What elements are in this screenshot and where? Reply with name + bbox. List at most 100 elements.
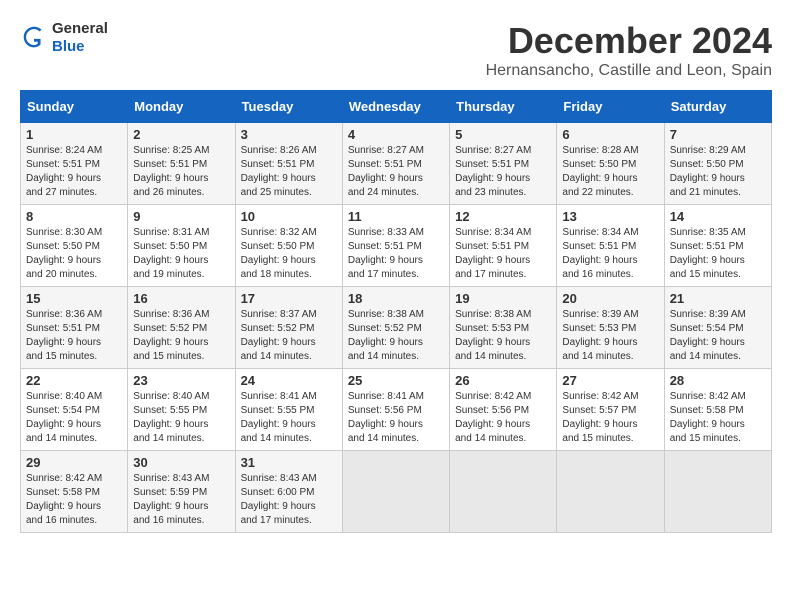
day-number: 17 [241,291,337,306]
calendar-cell: 10Sunrise: 8:32 AMSunset: 5:50 PMDayligh… [235,205,342,287]
logo-icon [20,24,48,52]
logo: General Blue [20,20,108,56]
day-number: 24 [241,373,337,388]
day-number: 7 [670,127,766,142]
day-number: 12 [455,209,551,224]
calendar-cell: 22 Sunrise: 8:40 AMSunset: 5:54 PMDayligh… [21,369,128,451]
calendar-cell: 26 Sunrise: 8:42 AMSunset: 5:56 PMDayligh… [450,369,557,451]
weekday-header-friday: Friday [557,91,664,123]
day-info: Sunrise: 8:37 AMSunset: 5:52 PMDaylight:… [241,308,337,364]
day-info: Sunrise: 8:27 AMSunset: 5:51 PMDaylight:… [348,144,444,200]
day-info: Sunrise: 8:42 AMSunset: 5:58 PMDaylight:… [670,390,766,446]
calendar-cell: 1 Sunrise: 8:24 AMSunset: 5:51 PMDaylight… [21,123,128,205]
day-info: Sunrise: 8:41 AMSunset: 5:56 PMDaylight:… [348,390,444,446]
day-number: 23 [133,373,229,388]
day-number: 2 [133,127,229,142]
calendar-cell: 31 Sunrise: 8:43 AMSunset: 6:00 PMDayligh… [235,451,342,533]
day-info: Sunrise: 8:39 AMSunset: 5:53 PMDaylight:… [562,308,658,364]
day-number: 31 [241,455,337,470]
day-number: 3 [241,127,337,142]
day-number: 9 [133,209,229,224]
calendar-cell: 14Sunrise: 8:35 AMSunset: 5:51 PMDayligh… [664,205,771,287]
day-number: 13 [562,209,658,224]
day-info: Sunrise: 8:39 AMSunset: 5:54 PMDaylight:… [670,308,766,364]
day-info: Sunrise: 8:42 AMSunset: 5:58 PMDaylight:… [26,472,122,528]
calendar-cell [664,451,771,533]
calendar-cell: 9 Sunrise: 8:31 AMSunset: 5:50 PMDaylight… [128,205,235,287]
day-info: Sunrise: 8:26 AMSunset: 5:51 PMDaylight:… [241,144,337,200]
day-info: Sunrise: 8:43 AMSunset: 5:59 PMDaylight:… [133,472,229,528]
day-info: Sunrise: 8:33 AMSunset: 5:51 PMDaylight:… [348,226,444,282]
calendar-cell: 2 Sunrise: 8:25 AMSunset: 5:51 PMDaylight… [128,123,235,205]
day-number: 26 [455,373,551,388]
day-info: Sunrise: 8:30 AMSunset: 5:50 PMDaylight:… [26,226,122,282]
day-info: Sunrise: 8:34 AMSunset: 5:51 PMDaylight:… [455,226,551,282]
day-number: 21 [670,291,766,306]
calendar-cell: 18 Sunrise: 8:38 AMSunset: 5:52 PMDayligh… [342,287,449,369]
day-info: Sunrise: 8:40 AMSunset: 5:54 PMDaylight:… [26,390,122,446]
calendar-cell: 21 Sunrise: 8:39 AMSunset: 5:54 PMDayligh… [664,287,771,369]
calendar-cell: 5 Sunrise: 8:27 AMSunset: 5:51 PMDaylight… [450,123,557,205]
weekday-header-monday: Monday [128,91,235,123]
calendar-week-row: 1 Sunrise: 8:24 AMSunset: 5:51 PMDaylight… [21,123,772,205]
day-info: Sunrise: 8:36 AMSunset: 5:52 PMDaylight:… [133,308,229,364]
calendar-cell: 7 Sunrise: 8:29 AMSunset: 5:50 PMDaylight… [664,123,771,205]
weekday-header-wednesday: Wednesday [342,91,449,123]
weekday-header-tuesday: Tuesday [235,91,342,123]
calendar-cell: 15 Sunrise: 8:36 AMSunset: 5:51 PMDayligh… [21,287,128,369]
day-info: Sunrise: 8:38 AMSunset: 5:53 PMDaylight:… [455,308,551,364]
day-info: Sunrise: 8:41 AMSunset: 5:55 PMDaylight:… [241,390,337,446]
calendar-cell: 17 Sunrise: 8:37 AMSunset: 5:52 PMDayligh… [235,287,342,369]
calendar-cell: 12 Sunrise: 8:34 AMSunset: 5:51 PMDayligh… [450,205,557,287]
weekday-header-row: SundayMondayTuesdayWednesdayThursdayFrid… [21,91,772,123]
day-info: Sunrise: 8:36 AMSunset: 5:51 PMDaylight:… [26,308,122,364]
day-number: 20 [562,291,658,306]
calendar-cell: 19 Sunrise: 8:38 AMSunset: 5:53 PMDayligh… [450,287,557,369]
calendar-cell: 6Sunrise: 8:28 AMSunset: 5:50 PMDaylight… [557,123,664,205]
logo-text: General Blue [52,20,108,56]
weekday-header-saturday: Saturday [664,91,771,123]
calendar-week-row: 15 Sunrise: 8:36 AMSunset: 5:51 PMDayligh… [21,287,772,369]
day-number: 4 [348,127,444,142]
calendar-cell: 25 Sunrise: 8:41 AMSunset: 5:56 PMDayligh… [342,369,449,451]
day-number: 1 [26,127,122,142]
calendar-cell: 11 Sunrise: 8:33 AMSunset: 5:51 PMDayligh… [342,205,449,287]
calendar-cell [557,451,664,533]
calendar-table: SundayMondayTuesdayWednesdayThursdayFrid… [20,90,772,533]
day-number: 25 [348,373,444,388]
day-number: 19 [455,291,551,306]
day-info: Sunrise: 8:25 AMSunset: 5:51 PMDaylight:… [133,144,229,200]
day-info: Sunrise: 8:35 AMSunset: 5:51 PMDaylight:… [670,226,766,282]
calendar-cell: 8 Sunrise: 8:30 AMSunset: 5:50 PMDaylight… [21,205,128,287]
weekday-header-sunday: Sunday [21,91,128,123]
day-info: Sunrise: 8:43 AMSunset: 6:00 PMDaylight:… [241,472,337,528]
day-number: 27 [562,373,658,388]
calendar-cell [450,451,557,533]
calendar-cell: 30Sunrise: 8:43 AMSunset: 5:59 PMDayligh… [128,451,235,533]
day-info: Sunrise: 8:27 AMSunset: 5:51 PMDaylight:… [455,144,551,200]
day-info: Sunrise: 8:24 AMSunset: 5:51 PMDaylight:… [26,144,122,200]
day-number: 15 [26,291,122,306]
calendar-cell: 16Sunrise: 8:36 AMSunset: 5:52 PMDayligh… [128,287,235,369]
day-number: 6 [562,127,658,142]
calendar-week-row: 29 Sunrise: 8:42 AMSunset: 5:58 PMDayligh… [21,451,772,533]
title-area: December 2024 Hernansancho, Castille and… [486,20,772,80]
day-info: Sunrise: 8:42 AMSunset: 5:56 PMDaylight:… [455,390,551,446]
day-info: Sunrise: 8:29 AMSunset: 5:50 PMDaylight:… [670,144,766,200]
calendar-cell: 20 Sunrise: 8:39 AMSunset: 5:53 PMDayligh… [557,287,664,369]
day-info: Sunrise: 8:38 AMSunset: 5:52 PMDaylight:… [348,308,444,364]
calendar-cell [342,451,449,533]
day-number: 8 [26,209,122,224]
day-number: 22 [26,373,122,388]
day-info: Sunrise: 8:31 AMSunset: 5:50 PMDaylight:… [133,226,229,282]
calendar-cell: 27Sunrise: 8:42 AMSunset: 5:57 PMDayligh… [557,369,664,451]
page-header: General Blue December 2024 Hernansancho,… [20,20,772,80]
day-number: 29 [26,455,122,470]
day-info: Sunrise: 8:34 AMSunset: 5:51 PMDaylight:… [562,226,658,282]
calendar-cell: 29 Sunrise: 8:42 AMSunset: 5:58 PMDayligh… [21,451,128,533]
day-number: 28 [670,373,766,388]
day-number: 18 [348,291,444,306]
day-number: 5 [455,127,551,142]
day-number: 11 [348,209,444,224]
location-title: Hernansancho, Castille and Leon, Spain [486,62,772,80]
